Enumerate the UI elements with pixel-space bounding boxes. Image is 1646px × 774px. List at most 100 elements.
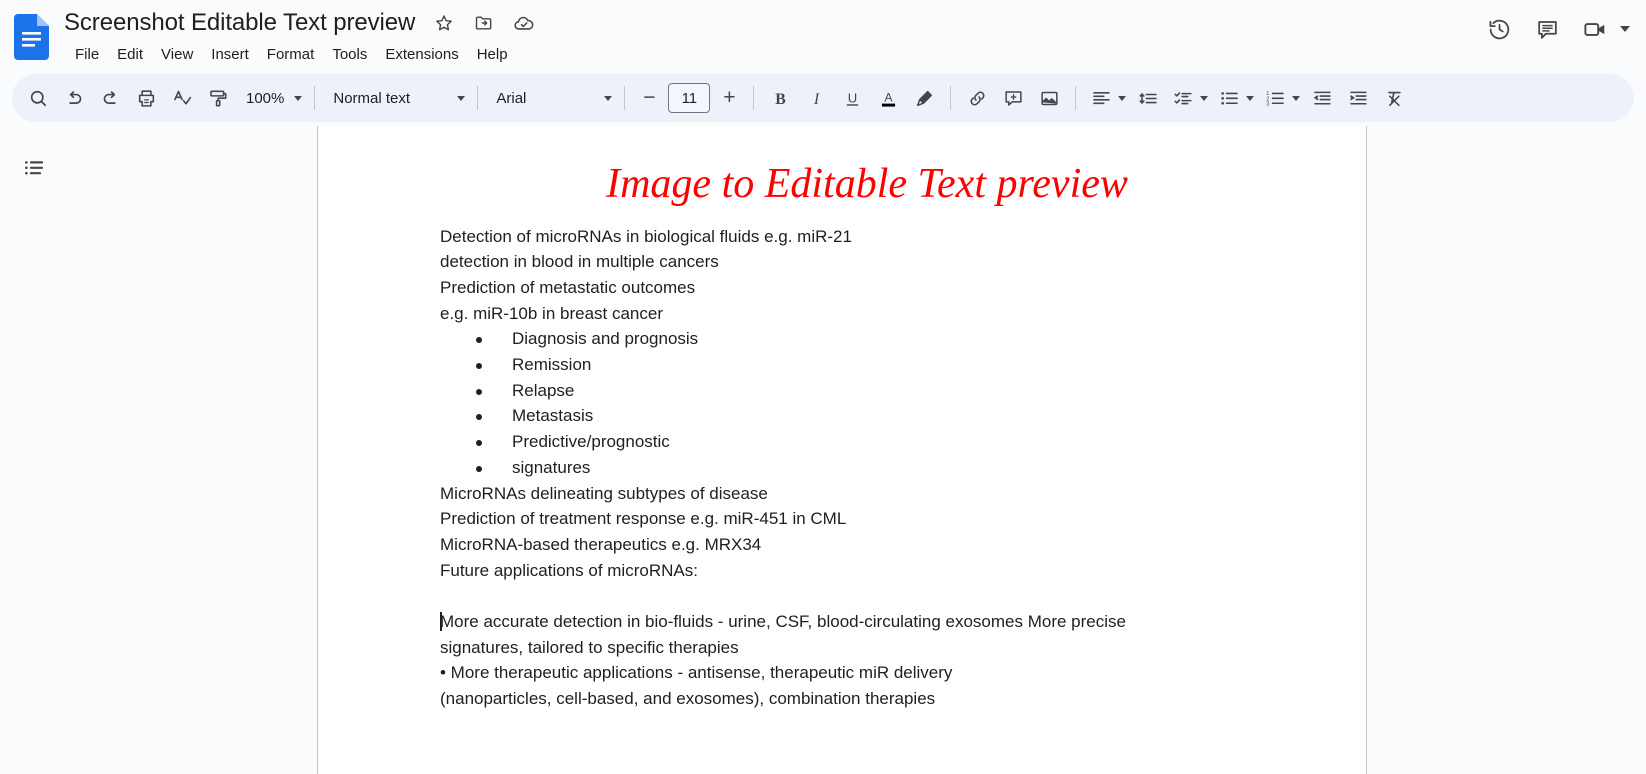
menu-edit[interactable]: Edit: [108, 42, 152, 68]
doc-title-row: Screenshot Editable Text preview: [64, 4, 549, 42]
zoom-control[interactable]: 100%: [236, 82, 306, 114]
meet-dropdown-caret-icon[interactable]: [1620, 26, 1630, 32]
italic-button[interactable]: I: [798, 80, 834, 116]
document-area: Image to Editable Text preview Detection…: [0, 126, 1646, 774]
insert-image-icon[interactable]: [1031, 80, 1067, 116]
doc-paragraph: e.g. miR-10b in breast cancer: [440, 303, 663, 323]
doc-paragraph: (nanoparticles, cell-based, and exosomes…: [440, 689, 936, 709]
clear-formatting-icon[interactable]: [1376, 80, 1412, 116]
page-content: Image to Editable Text preview Detection…: [318, 126, 1366, 712]
paragraph-style-value: Normal text: [333, 89, 411, 107]
font-family-value: Arial: [496, 89, 527, 107]
insert-link-icon[interactable]: [959, 80, 995, 116]
svg-text:3: 3: [1266, 101, 1269, 107]
outline-rail: [0, 126, 317, 774]
decrease-font-size-button[interactable]: −: [633, 82, 665, 114]
title-block: Screenshot Editable Text preview File Ed…: [64, 4, 549, 68]
doc-paragraph: MicroRNAs delineating subtypes of diseas…: [440, 483, 768, 503]
comment-history-icon[interactable]: [1526, 8, 1568, 50]
checklist-caret-icon: [1200, 95, 1209, 101]
line-spacing-icon[interactable]: [1130, 80, 1166, 116]
toolbar-divider: [477, 86, 479, 110]
doc-bulleted-list: Diagnosis and prognosis Remission Relaps…: [440, 326, 1294, 480]
list-item: Remission: [476, 352, 1294, 378]
menu-tools[interactable]: Tools: [323, 42, 376, 68]
list-item: Diagnosis and prognosis: [476, 326, 1294, 352]
zoom-value: 100%: [246, 89, 285, 107]
add-comment-icon[interactable]: [995, 80, 1031, 116]
toolbar-divider: [753, 86, 755, 110]
menu-help[interactable]: Help: [468, 42, 517, 68]
font-family-caret-icon: [604, 95, 613, 101]
meet-camera-icon[interactable]: [1574, 8, 1616, 50]
menu-view[interactable]: View: [152, 42, 202, 68]
list-item: signatures: [476, 455, 1294, 481]
menu-extensions[interactable]: Extensions: [376, 42, 467, 68]
google-docs-app: Screenshot Editable Text preview File Ed…: [0, 0, 1646, 774]
svg-text:A: A: [884, 91, 893, 105]
menu-file[interactable]: File: [66, 42, 108, 68]
doc-paragraph: Prediction of metastatic outcomes: [440, 277, 696, 297]
document-outline-icon[interactable]: [14, 148, 54, 188]
bulleted-list-caret-icon: [1246, 95, 1255, 101]
paragraph-style-caret-icon: [457, 95, 466, 101]
doc-paragraph: detection in blood in multiple cancers: [440, 252, 719, 272]
checklist-control[interactable]: [1166, 80, 1212, 116]
menu-insert[interactable]: Insert: [202, 42, 258, 68]
bulleted-list-control[interactable]: [1212, 80, 1258, 116]
move-to-folder-icon[interactable]: [469, 8, 499, 38]
toolbar-wrap: 100% Normal text Arial − 11 + B I U A 1 …: [0, 72, 1646, 126]
doc-paragraph: signatures, tailored to specific therapi…: [440, 637, 739, 657]
menu-bar: File Edit View Insert Format Tools Exten…: [66, 42, 549, 68]
toolbar-divider: [314, 86, 316, 110]
numbered-list-control[interactable]: 1 2 3: [1258, 80, 1304, 116]
zoom-caret-icon: [294, 95, 303, 101]
doc-blank-line: [440, 583, 1294, 609]
align-left-icon: [1084, 80, 1118, 116]
font-family-select[interactable]: Arial: [486, 82, 616, 114]
google-docs-logo[interactable]: [14, 14, 49, 60]
print-icon[interactable]: [128, 80, 164, 116]
toolbar-divider: [624, 86, 626, 110]
doc-paragraph: Future applications of microRNAs:: [440, 560, 698, 580]
main-toolbar: 100% Normal text Arial − 11 + B I U A 1 …: [12, 74, 1634, 122]
decrease-indent-icon[interactable]: [1304, 80, 1340, 116]
doc-paragraph: Prediction of treatment response e.g. mi…: [440, 509, 847, 529]
bulleted-list-icon: [1212, 80, 1246, 116]
font-size-stepper: − 11 +: [633, 82, 745, 114]
right-gutter: [1368, 126, 1646, 774]
cloud-saved-icon[interactable]: [509, 8, 539, 38]
list-item: Metastasis: [476, 403, 1294, 429]
highlight-color-button[interactable]: [906, 80, 942, 116]
paint-format-icon[interactable]: [200, 80, 236, 116]
toolbar-divider: [950, 86, 952, 110]
header-right-actions: [1478, 8, 1630, 50]
spelling-check-icon[interactable]: [164, 80, 200, 116]
menu-format[interactable]: Format: [258, 42, 324, 68]
increase-font-size-button[interactable]: +: [713, 82, 745, 114]
paragraph-style-select[interactable]: Normal text: [323, 82, 469, 114]
document-heading: Image to Editable Text preview: [606, 161, 1128, 207]
doc-paragraph-text: More accurate detection in bio-fluids - …: [440, 612, 1126, 632]
align-control[interactable]: [1084, 80, 1130, 116]
star-icon[interactable]: [429, 8, 459, 38]
undo-icon[interactable]: [56, 80, 92, 116]
doc-paragraph-with-caret: More accurate detection in bio-fluids - …: [440, 609, 1294, 635]
version-history-icon[interactable]: [1478, 8, 1520, 50]
numbered-list-icon: 1 2 3: [1258, 80, 1292, 116]
numbered-list-caret-icon: [1292, 95, 1301, 101]
bold-button[interactable]: B: [762, 80, 798, 116]
font-size-input[interactable]: 11: [668, 83, 711, 113]
svg-text:I: I: [813, 90, 820, 107]
search-icon[interactable]: [20, 80, 56, 116]
page-title[interactable]: Screenshot Editable Text preview: [64, 8, 429, 38]
redo-icon[interactable]: [92, 80, 128, 116]
text-color-button[interactable]: A: [870, 80, 906, 116]
document-page[interactable]: Image to Editable Text preview Detection…: [317, 126, 1367, 774]
svg-text:U: U: [848, 90, 857, 105]
underline-button[interactable]: U: [834, 80, 870, 116]
svg-text:B: B: [775, 90, 786, 107]
increase-indent-icon[interactable]: [1340, 80, 1376, 116]
app-header: Screenshot Editable Text preview File Ed…: [0, 0, 1646, 72]
align-caret-icon: [1118, 95, 1127, 101]
